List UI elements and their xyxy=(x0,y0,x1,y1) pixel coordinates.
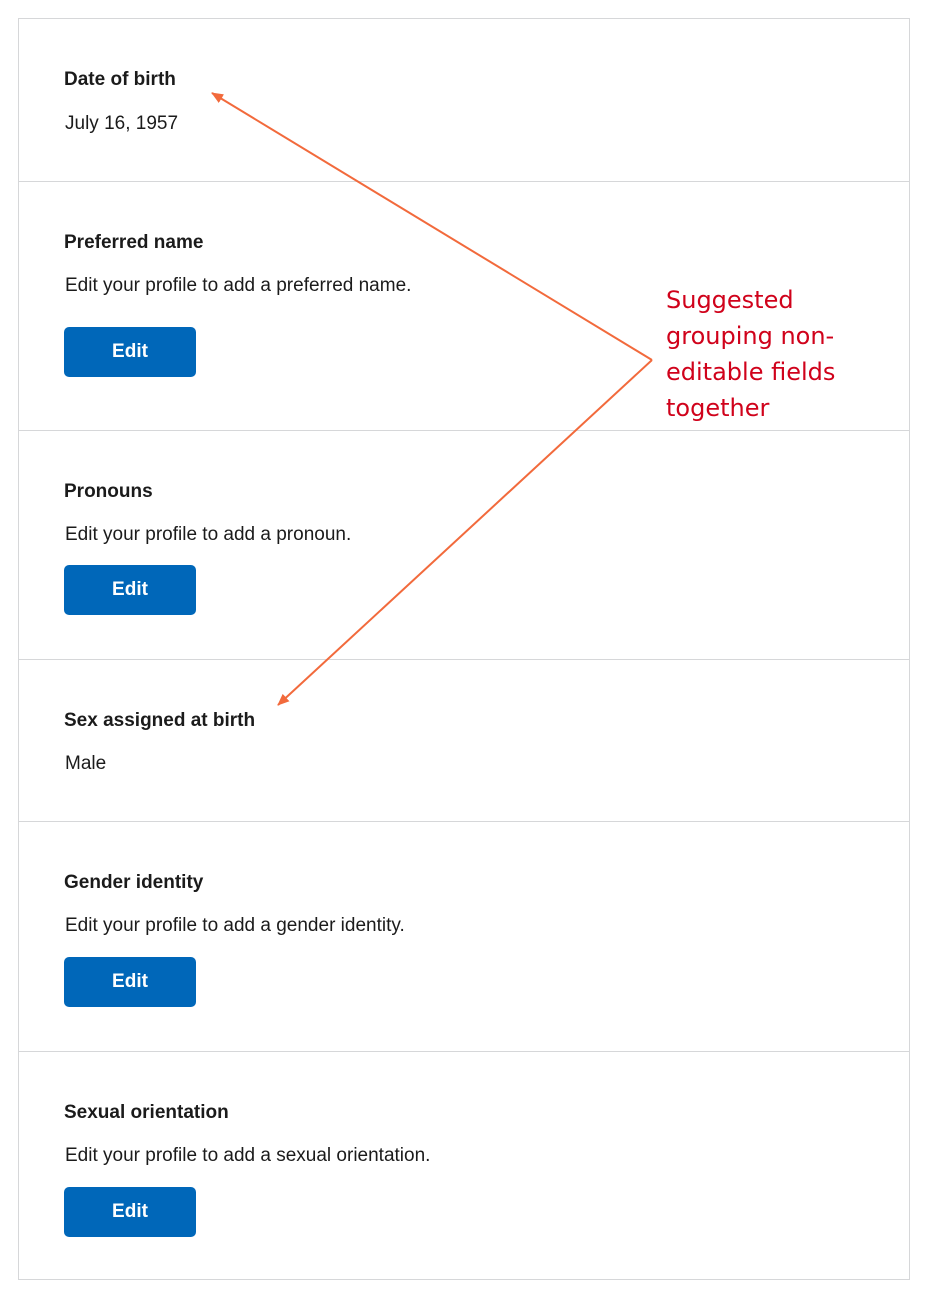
field-label: Preferred name xyxy=(64,232,204,253)
edit-sexual-orientation-button[interactable]: Edit xyxy=(64,1187,196,1237)
field-gender-identity: Gender identity Edit your profile to add… xyxy=(19,821,909,1051)
field-value: Edit your profile to add a preferred nam… xyxy=(65,275,412,296)
field-value: Edit your profile to add a pronoun. xyxy=(65,524,352,545)
edit-pronouns-button[interactable]: Edit xyxy=(64,565,196,615)
field-pronouns: Pronouns Edit your profile to add a pron… xyxy=(19,430,909,659)
field-label: Sexual orientation xyxy=(64,1102,229,1123)
annotation-note: Suggested grouping non-editable fields t… xyxy=(666,286,836,422)
profile-card: Date of birth July 16, 1957 Preferred na… xyxy=(18,18,910,1280)
field-date-of-birth: Date of birth July 16, 1957 xyxy=(19,19,909,181)
field-value: July 16, 1957 xyxy=(65,113,179,134)
field-label: Date of birth xyxy=(64,69,176,90)
edit-preferred-name-button[interactable]: Edit xyxy=(64,327,196,377)
field-value: Male xyxy=(65,753,107,774)
field-label: Gender identity xyxy=(64,872,204,893)
field-value: Edit your profile to add a gender identi… xyxy=(65,915,405,936)
field-label: Pronouns xyxy=(64,481,153,502)
field-value: Edit your profile to add a sexual orient… xyxy=(65,1145,431,1166)
field-sex-assigned-at-birth: Sex assigned at birth Male xyxy=(19,659,909,821)
edit-gender-identity-button[interactable]: Edit xyxy=(64,957,196,1007)
field-sexual-orientation: Sexual orientation Edit your profile to … xyxy=(19,1051,909,1279)
field-label: Sex assigned at birth xyxy=(64,710,256,731)
